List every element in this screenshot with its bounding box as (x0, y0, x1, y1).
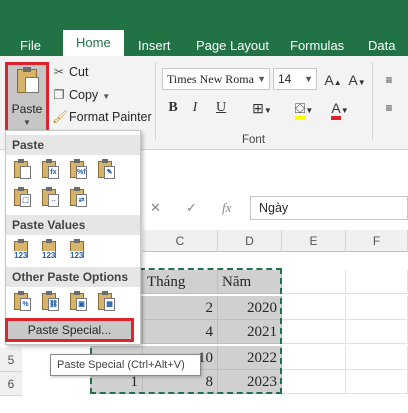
align-left-icon[interactable]: ≡ (374, 96, 404, 120)
tab-file[interactable]: File (20, 36, 41, 56)
empty-cell[interactable] (282, 370, 346, 394)
empty-cell[interactable] (282, 346, 346, 370)
font-family-value: Times New Roma (167, 72, 254, 86)
ribbon-tab-bar: File Home Insert Page Layout Formulas Da… (0, 0, 408, 56)
scissors-icon: ✂ (53, 65, 65, 79)
copy-button[interactable]: ❐ Copy ▼ (52, 85, 110, 105)
ribbon-divider (155, 62, 156, 140)
column-header-d[interactable]: D (218, 230, 282, 252)
ribbon-divider (372, 62, 373, 140)
tab-insert[interactable]: Insert (138, 36, 171, 56)
font-size-select[interactable]: 14 ▼ (273, 68, 317, 90)
paper-icon (25, 77, 39, 93)
empty-cell[interactable] (282, 270, 346, 294)
paste-special-tooltip: Paste Special (Ctrl+Alt+V) (50, 354, 201, 376)
tab-home[interactable]: Home (63, 30, 124, 56)
paste-values-source-formatting-icon[interactable]: 123 (68, 239, 88, 261)
paste-linked-picture-icon[interactable]: ▦ (96, 291, 116, 313)
empty-cell[interactable] (346, 346, 408, 370)
cut-button[interactable]: ✂ Cut (52, 62, 89, 82)
empty-cell[interactable] (346, 296, 408, 320)
column-header-c[interactable]: C (143, 230, 218, 252)
paste-values-number-format-icon[interactable]: 123 (40, 239, 60, 261)
paste-formatting-icon[interactable]: % (12, 291, 32, 313)
menu-section-other-paste-options: Other Paste Options (6, 267, 140, 287)
underline-button[interactable]: U (208, 96, 234, 120)
empty-cell[interactable] (346, 370, 408, 394)
copy-label: Copy (69, 88, 99, 102)
empty-cell[interactable] (346, 320, 408, 344)
paste-picture-icon[interactable]: ▣ (68, 291, 88, 313)
paste-button[interactable]: Paste ▼ (5, 62, 49, 134)
row-header-6[interactable]: 6 (0, 372, 22, 396)
borders-icon: ⊞ (252, 100, 264, 116)
paste-formulas-icon[interactable]: fx (40, 159, 60, 181)
font-color-icon: A (331, 100, 341, 120)
column-header-e[interactable]: E (282, 230, 346, 252)
italic-button[interactable]: I (186, 96, 204, 120)
format-painter-label: Format Painter (69, 110, 152, 124)
paste-keep-column-widths-icon[interactable]: ↔ (40, 187, 60, 209)
insert-function-icon[interactable]: fx (222, 196, 231, 220)
fill-color-button[interactable]: ⛋▼ (290, 96, 318, 120)
chevron-down-icon: ▼ (23, 118, 31, 127)
chevron-down-icon: ▼ (257, 74, 266, 84)
paste-formulas-number-format-icon[interactable]: %fx (68, 159, 88, 181)
cut-label: Cut (69, 65, 89, 79)
bold-button[interactable]: B (164, 96, 182, 120)
row-header-5[interactable]: 5 (0, 348, 22, 372)
increase-font-button[interactable]: A▲ (322, 68, 344, 92)
copy-dropdown-icon[interactable]: ▼ (102, 92, 110, 101)
tab-page-layout[interactable]: Page Layout (196, 36, 269, 56)
paste-special-menu-item[interactable]: Paste Special... (5, 318, 134, 342)
copy-icon: ❐ (53, 88, 65, 102)
formula-input[interactable]: Ngày (250, 196, 408, 220)
menu-section-paste-values: Paste Values (6, 215, 140, 235)
paste-label: Paste (11, 102, 43, 116)
empty-cell[interactable] (346, 270, 408, 294)
paint-bucket-icon: ⛋ (294, 100, 306, 120)
column-header-f[interactable]: F (346, 230, 408, 252)
font-section-label: Font (242, 134, 266, 146)
tab-data[interactable]: Data (368, 36, 395, 56)
paste-no-borders-icon[interactable]: ⬚ (12, 187, 32, 209)
empty-cell[interactable] (282, 296, 346, 320)
decrease-font-button[interactable]: A▼ (346, 68, 368, 92)
paste-transpose-icon[interactable]: ⇄ (68, 187, 88, 209)
paste-icon[interactable] (12, 159, 32, 181)
enter-icon[interactable]: ✓ (186, 196, 197, 220)
cancel-icon[interactable]: ✕ (150, 196, 161, 220)
paste-values-icon[interactable]: 123 (12, 239, 32, 261)
paste-dropdown-menu: Paste fx %fx ✎ ⬚ ↔ ⇄ Paste Values 123 12… (5, 130, 141, 345)
chevron-down-icon: ▼ (304, 74, 313, 84)
paste-link-icon[interactable]: ⛓ (40, 291, 60, 313)
paintbrush-icon: 🖌 (52, 110, 68, 124)
menu-section-paste: Paste (6, 135, 140, 155)
empty-cell[interactable] (282, 320, 346, 344)
format-painter-button[interactable]: 🖌Format Painter (52, 107, 152, 127)
font-family-select[interactable]: Times New Roma ▼ (162, 68, 270, 90)
font-color-button[interactable]: A▼ (326, 96, 354, 120)
paste-keep-source-formatting-icon[interactable]: ✎ (96, 159, 116, 181)
align-top-icon[interactable]: ≡ (374, 68, 404, 92)
tab-formulas[interactable]: Formulas (290, 36, 344, 56)
font-size-value: 14 (278, 72, 292, 86)
borders-button[interactable]: ⊞▼ (248, 96, 276, 120)
